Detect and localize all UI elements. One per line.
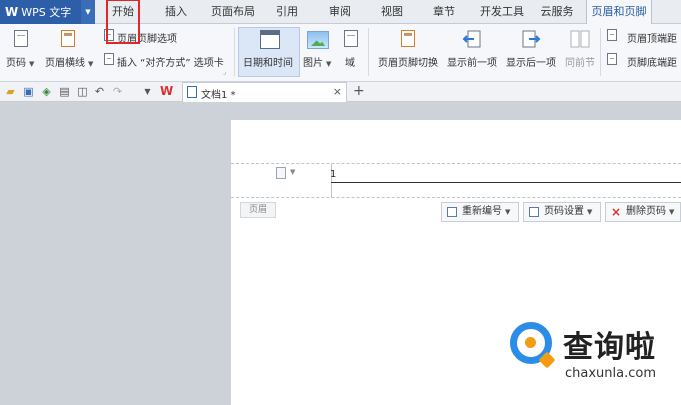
page-number-settings-button[interactable]: 页码设置 ▼ — [523, 202, 601, 222]
show-next-icon — [522, 30, 541, 48]
header-footer-switch-button[interactable]: 页眉页脚切换 — [378, 54, 438, 69]
chevron-down-icon: ▼ — [587, 208, 593, 216]
same-as-previous-button[interactable]: 同前节 — [565, 54, 595, 69]
header-line-icon — [61, 30, 75, 47]
header-horizontal-line — [331, 182, 681, 183]
date-time-label: 日期和时间 — [243, 58, 293, 69]
watermark-logo: 查询啦 chaxunla.com — [505, 318, 681, 405]
print-icon[interactable]: ▤ — [58, 85, 71, 98]
delete-page-number-button[interactable]: × 删除页码 ▼ — [605, 202, 681, 222]
picture-icon — [307, 31, 329, 49]
picture-button[interactable]: 图片 ▼ — [303, 54, 331, 69]
wps-w-icon[interactable]: W — [160, 85, 173, 98]
tab-section[interactable]: 章节 — [426, 0, 462, 24]
chevron-down-icon: ▼ — [505, 208, 511, 216]
document-tab-label: 文档1 * — [201, 90, 236, 101]
quick-access-toolbar: ▰ ▣ ◈ ▤ ◫ ↶ ↷ ▼ W 文档1 * × + — [0, 82, 681, 102]
header-footer-switch-icon — [401, 30, 415, 47]
show-next-button[interactable]: 显示后一项 — [506, 54, 556, 69]
header-page-number-text[interactable]: 1 — [330, 169, 336, 180]
tab-cloud[interactable]: 云服务 — [535, 0, 579, 24]
chevron-down-icon: ▼ — [326, 60, 332, 68]
ribbon: 页码 ▼ 页眉横线 ▼ 页眉页脚选项 插入 “对齐方式” 选项卡 ⌟ 日期和时间 图… — [0, 24, 681, 82]
app-menu-dropdown-icon[interactable]: ▼ — [81, 0, 95, 24]
page-icon[interactable] — [276, 167, 286, 179]
show-previous-icon — [462, 30, 481, 48]
highlight-annotation-box — [106, 0, 140, 44]
tab-references[interactable]: 引用 — [268, 0, 306, 24]
dialog-launcher-icon[interactable]: ⌟ — [223, 68, 226, 76]
insert-align-tab-button[interactable]: 插入 “对齐方式” 选项卡 — [117, 54, 224, 69]
same-as-previous-icon — [570, 30, 590, 48]
field-icon — [344, 30, 358, 47]
renumber-icon — [447, 207, 457, 217]
footer-bottom-distance-icon — [607, 53, 617, 65]
close-tab-icon[interactable]: × — [333, 85, 342, 98]
tab-view[interactable]: 视图 — [374, 0, 410, 24]
save-icon[interactable]: ▣ — [22, 85, 35, 98]
watermark-name: 查询啦 — [563, 330, 656, 365]
delete-icon: × — [611, 205, 622, 219]
chevron-down-icon: ▼ — [29, 60, 35, 68]
ribbon-separator — [368, 28, 369, 76]
open-folder-icon[interactable]: ▰ — [4, 85, 17, 98]
header-label: 页眉 — [240, 202, 276, 218]
undo-icon[interactable]: ↶ — [93, 85, 106, 98]
document-tab[interactable]: 文档1 * × — [182, 82, 347, 102]
tab-developer[interactable]: 开发工具 — [474, 0, 530, 24]
header-top-distance-icon — [607, 29, 617, 41]
redo-icon[interactable]: ↷ — [111, 85, 124, 98]
header-line-button[interactable]: 页眉横线 ▼ — [45, 54, 93, 69]
watermark-dot-icon — [525, 337, 536, 348]
page-number-icon — [14, 30, 28, 47]
tab-insert[interactable]: 插入 — [158, 0, 194, 24]
document-icon — [187, 86, 197, 98]
print-preview-icon[interactable]: ◫ — [76, 85, 89, 98]
watermark-domain: chaxunla.com — [565, 366, 656, 381]
customize-dropdown-icon[interactable]: ▼ — [141, 85, 154, 98]
page-number-button[interactable]: 页码 ▼ — [6, 54, 34, 69]
new-tab-button[interactable]: + — [353, 83, 365, 99]
chevron-down-icon: ▼ — [669, 208, 675, 216]
chevron-down-icon: ▼ — [88, 60, 94, 68]
settings-icon — [529, 207, 539, 217]
renumber-button[interactable]: 重新编号 ▼ — [441, 202, 519, 222]
calendar-icon — [260, 30, 280, 49]
app-title: WPS 文字 — [21, 6, 72, 19]
header-top-distance-field[interactable]: 页眉顶端距 — [627, 30, 677, 45]
wps-logo-icon: W — [5, 5, 18, 19]
chevron-down-icon[interactable]: ▼ — [290, 168, 295, 176]
tab-review[interactable]: 审阅 — [322, 0, 358, 24]
header-content-box[interactable] — [331, 164, 681, 198]
menu-bar: W WPS 文字 ▼ 开始 插入 页面布局 引用 审阅 视图 章节 开发工具 云… — [0, 0, 681, 24]
show-previous-button[interactable]: 显示前一项 — [447, 54, 497, 69]
field-button[interactable]: 域 — [345, 54, 355, 69]
insert-align-icon — [104, 53, 114, 65]
tab-page-layout[interactable]: 页面布局 — [205, 0, 261, 24]
export-icon[interactable]: ◈ — [40, 85, 53, 98]
footer-bottom-distance-field[interactable]: 页脚底端距 — [627, 54, 677, 69]
ribbon-separator — [234, 28, 235, 76]
tab-header-footer[interactable]: 页眉和页脚 — [586, 0, 652, 24]
ribbon-separator — [600, 28, 601, 76]
